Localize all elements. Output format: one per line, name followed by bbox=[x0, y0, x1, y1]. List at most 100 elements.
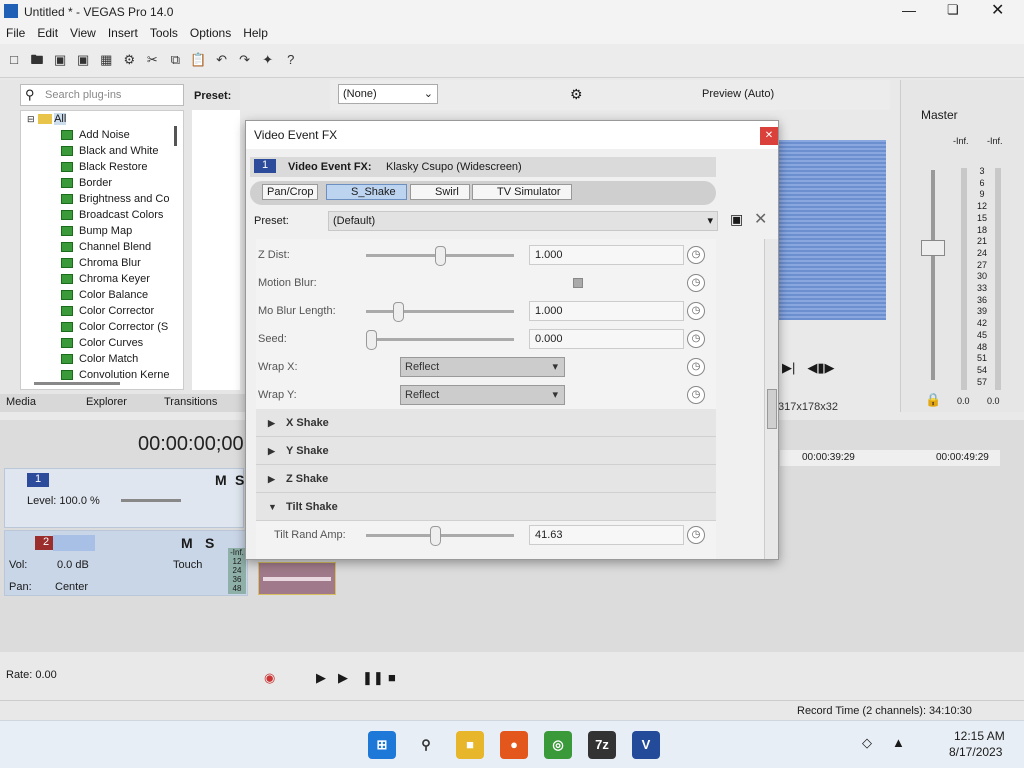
preview-fx-combo[interactable]: (None) ⌄ bbox=[338, 84, 438, 104]
save-icon[interactable]: ▣ bbox=[50, 50, 70, 70]
plugin-item[interactable]: Color Corrector bbox=[21, 303, 183, 319]
param-value[interactable]: 0.000 bbox=[529, 329, 684, 349]
preset-list[interactable] bbox=[192, 110, 240, 390]
track2-automation-mode[interactable]: Touch bbox=[173, 559, 202, 571]
chrome-icon[interactable]: ◎ bbox=[544, 731, 572, 759]
plugin-item[interactable]: Black Restore bbox=[21, 159, 183, 175]
keyframe-icon[interactable]: ◷ bbox=[687, 246, 705, 264]
param-slider-thumb[interactable] bbox=[366, 330, 377, 350]
keyframe-icon[interactable]: ◷ bbox=[687, 526, 705, 544]
audio-track-header[interactable]: 2 M S Vol: 0.0 dB Touch Pan: Center bbox=[4, 530, 248, 596]
track2-solo[interactable]: S bbox=[205, 535, 214, 551]
stop-icon[interactable]: ■ bbox=[388, 670, 396, 685]
delete-preset-icon[interactable]: ✕ bbox=[754, 209, 767, 229]
tab-media[interactable]: Media bbox=[6, 396, 36, 408]
paste-icon[interactable]: 📋 bbox=[189, 50, 209, 70]
help-icon[interactable]: ? bbox=[281, 50, 301, 70]
menu-options[interactable]: Options bbox=[184, 24, 237, 42]
search-input[interactable]: Search plug-ins bbox=[45, 89, 121, 101]
plugin-item[interactable]: Chroma Keyer bbox=[21, 271, 183, 287]
keyframe-icon[interactable]: ◷ bbox=[687, 330, 705, 348]
tree-scrollbar[interactable] bbox=[174, 126, 177, 146]
record-icon[interactable]: ◉ bbox=[264, 670, 275, 686]
plugin-item[interactable]: Bump Map bbox=[21, 223, 183, 239]
keyframe-icon[interactable]: ◷ bbox=[687, 274, 705, 292]
wizard-icon[interactable]: ✦ bbox=[258, 50, 278, 70]
plugin-item[interactable]: Brightness and Co bbox=[21, 191, 183, 207]
keyframe-icon[interactable]: ◷ bbox=[687, 302, 705, 320]
chain-pan-crop[interactable]: Pan/Crop bbox=[262, 184, 319, 200]
plugin-item[interactable]: Border bbox=[21, 175, 183, 191]
param-combo[interactable]: Reflect ▾ bbox=[400, 357, 565, 377]
plugin-item[interactable]: Color Curves bbox=[21, 335, 183, 351]
cut-icon[interactable]: ✂ bbox=[142, 50, 162, 70]
next-frame-icon[interactable]: ▶| bbox=[782, 360, 795, 375]
undo-icon[interactable]: ↶ bbox=[212, 50, 232, 70]
copy-icon[interactable]: ⧉ bbox=[165, 50, 185, 70]
network-icon[interactable]: ◇ bbox=[862, 735, 872, 751]
vegas-taskbar-icon[interactable]: V bbox=[632, 731, 660, 759]
save-preset-icon[interactable]: ▣ bbox=[730, 211, 743, 228]
open-icon[interactable]: 🖿 bbox=[27, 50, 47, 70]
dialog-scroll-thumb[interactable] bbox=[767, 389, 777, 429]
plugin-item[interactable]: Color Corrector (S bbox=[21, 319, 183, 335]
menu-tools[interactable]: Tools bbox=[144, 24, 184, 42]
plugin-item[interactable]: Color Match bbox=[21, 351, 183, 367]
dialog-scrollbar[interactable] bbox=[764, 239, 778, 559]
master-fader[interactable] bbox=[921, 240, 945, 256]
start-icon[interactable]: ⊞ bbox=[368, 731, 396, 759]
play-icon[interactable]: ▶ bbox=[338, 670, 348, 686]
param-slider[interactable] bbox=[366, 310, 514, 313]
new-icon[interactable]: □ bbox=[4, 50, 24, 70]
param-value[interactable]: 1.000 bbox=[529, 245, 684, 265]
dialog-preset-combo[interactable]: (Default) ▾ bbox=[328, 211, 718, 231]
save-as-icon[interactable]: ▣ bbox=[73, 50, 93, 70]
menu-view[interactable]: View bbox=[64, 24, 102, 42]
track1-level-slider[interactable] bbox=[121, 499, 181, 502]
plugin-item[interactable]: Convolution Kerne bbox=[21, 367, 183, 383]
play-from-start-icon[interactable]: ▶ bbox=[316, 670, 326, 686]
file-explorer-icon[interactable]: ■ bbox=[456, 731, 484, 759]
close-icon[interactable]: ✕ bbox=[991, 0, 1004, 20]
chain-tv-simulator[interactable]: TV Simulator bbox=[472, 184, 572, 200]
search-icon[interactable]: ⚲ bbox=[412, 731, 440, 759]
7zip-icon[interactable]: 7z bbox=[588, 731, 616, 759]
plugin-item[interactable]: Add Noise bbox=[21, 127, 183, 143]
param-slider-thumb[interactable] bbox=[434, 246, 446, 266]
restore-icon[interactable]: ❏ bbox=[947, 2, 959, 18]
tab-transitions[interactable]: Transitions bbox=[164, 396, 217, 408]
keyframe-icon[interactable]: ◷ bbox=[687, 358, 705, 376]
gear-icon[interactable]: ⚙ bbox=[570, 86, 583, 103]
lock-icon[interactable]: 🔒 bbox=[925, 392, 941, 408]
param-slider-thumb[interactable] bbox=[393, 302, 405, 322]
param-value[interactable]: 41.63 bbox=[529, 525, 684, 545]
plugin-item[interactable]: Black and White bbox=[21, 143, 183, 159]
track1-mute[interactable]: M bbox=[215, 472, 227, 488]
audio-clip[interactable] bbox=[258, 562, 336, 595]
track2-mute[interactable]: M bbox=[181, 535, 193, 551]
prev-frame-icon[interactable]: ◀▮▶ bbox=[807, 360, 834, 375]
video-track-header[interactable]: 1 M S Level: 100.0 % bbox=[4, 468, 244, 528]
param-section[interactable]: ▶ X Shake bbox=[256, 409, 716, 437]
track1-solo[interactable]: S bbox=[235, 472, 244, 488]
tree-hscrollbar[interactable] bbox=[34, 382, 120, 385]
tab-explorer[interactable]: Explorer bbox=[86, 396, 127, 408]
param-section[interactable]: ▼ Tilt Shake bbox=[256, 493, 716, 521]
menu-edit[interactable]: Edit bbox=[31, 24, 64, 42]
param-section[interactable]: ▶ Y Shake bbox=[256, 437, 716, 465]
keyframe-icon[interactable]: ◷ bbox=[687, 386, 705, 404]
param-checkbox[interactable] bbox=[573, 278, 583, 288]
plugin-item[interactable]: Chroma Blur bbox=[21, 255, 183, 271]
dialog-close-button[interactable]: ✕ bbox=[760, 127, 778, 145]
menu-insert[interactable]: Insert bbox=[102, 24, 144, 42]
param-section[interactable]: ▶ Z Shake bbox=[256, 465, 716, 493]
plugin-tree[interactable]: ⊟ All Add Noise Black and White Black Rest… bbox=[20, 110, 184, 390]
param-combo[interactable]: Reflect ▾ bbox=[400, 385, 565, 405]
tree-root[interactable]: ⊟ All bbox=[21, 111, 183, 127]
menu-help[interactable]: Help bbox=[237, 24, 274, 42]
preview-mode[interactable]: Preview (Auto) bbox=[702, 88, 774, 100]
search-field[interactable]: ⚲ Search plug-ins bbox=[20, 84, 184, 106]
param-slider[interactable] bbox=[366, 338, 514, 341]
pause-icon[interactable]: ❚❚ bbox=[362, 670, 384, 686]
chain-s-shake[interactable]: S_Shake bbox=[326, 184, 407, 200]
